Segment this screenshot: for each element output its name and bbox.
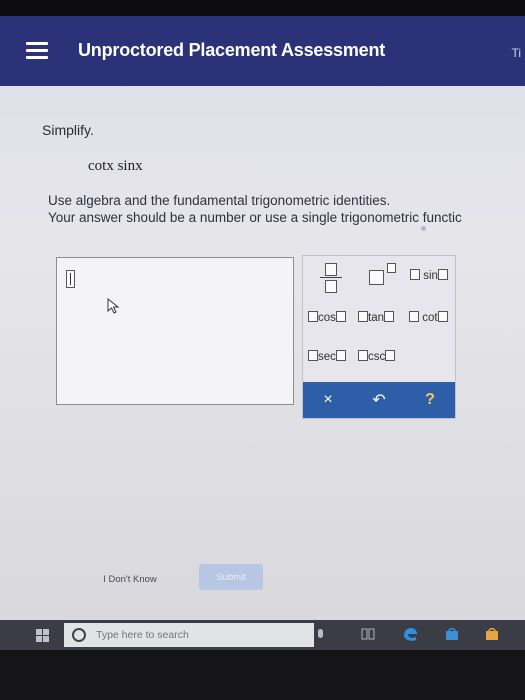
csc-button[interactable]: csc [358,350,396,363]
sin-button[interactable]: sin [410,269,448,282]
question-instructions: Use algebra and the fundamental trigonom… [48,192,525,226]
task-view-icon[interactable] [360,626,376,642]
question-prompt: Simplify. [42,122,94,138]
keypad-action-row: × ↶ ? [303,382,455,418]
sec-button[interactable]: sec [308,350,346,363]
store-icon[interactable] [444,626,460,642]
taskbar-search[interactable] [64,623,314,647]
undo-button[interactable]: ↶ [353,382,405,418]
windows-taskbar [0,620,525,650]
submit-button[interactable]: Submit [199,564,263,590]
dont-know-button[interactable]: I Don't Know [80,568,180,590]
fraction-button[interactable] [320,263,342,293]
microphone-icon[interactable] [318,629,323,638]
answer-placeholder-box [66,270,75,288]
answer-input-box[interactable] [56,257,294,405]
instructions-line-2: Your answer should be a number or use a … [48,210,462,225]
exponent-button[interactable] [369,263,397,285]
cot-button[interactable]: cot [409,311,448,324]
windows-start-icon[interactable] [36,629,49,642]
help-button[interactable]: ? [405,382,455,418]
taskbar-search-input[interactable] [94,628,298,642]
monitor-bezel-bottom [0,650,525,700]
question-expression: cotx sinx [88,158,143,174]
tan-button[interactable]: tan [358,311,394,324]
screen: Unproctored Placement Assessment Ti Simp… [0,16,525,620]
shopping-bag-icon[interactable] [484,626,500,642]
hamburger-menu-icon[interactable] [26,42,48,60]
clear-button[interactable]: × [303,382,353,418]
math-keypad: sin cos tan cot sec csc × ↶ ? [302,255,456,419]
app-header: Unproctored Placement Assessment Ti [0,16,525,86]
monitor-bezel-top [0,0,525,16]
mouse-pointer-icon [107,298,120,314]
header-right-text: Ti [511,46,521,60]
page-title: Unproctored Placement Assessment [78,40,386,60]
cortana-circle-icon [72,628,86,642]
cos-button[interactable]: cos [308,311,346,324]
edge-browser-icon[interactable] [402,626,418,642]
instructions-line-1: Use algebra and the fundamental trigonom… [48,193,391,208]
decorative-dot [421,226,426,231]
question-panel: Simplify. cotx sinx Use algebra and the … [0,86,525,620]
